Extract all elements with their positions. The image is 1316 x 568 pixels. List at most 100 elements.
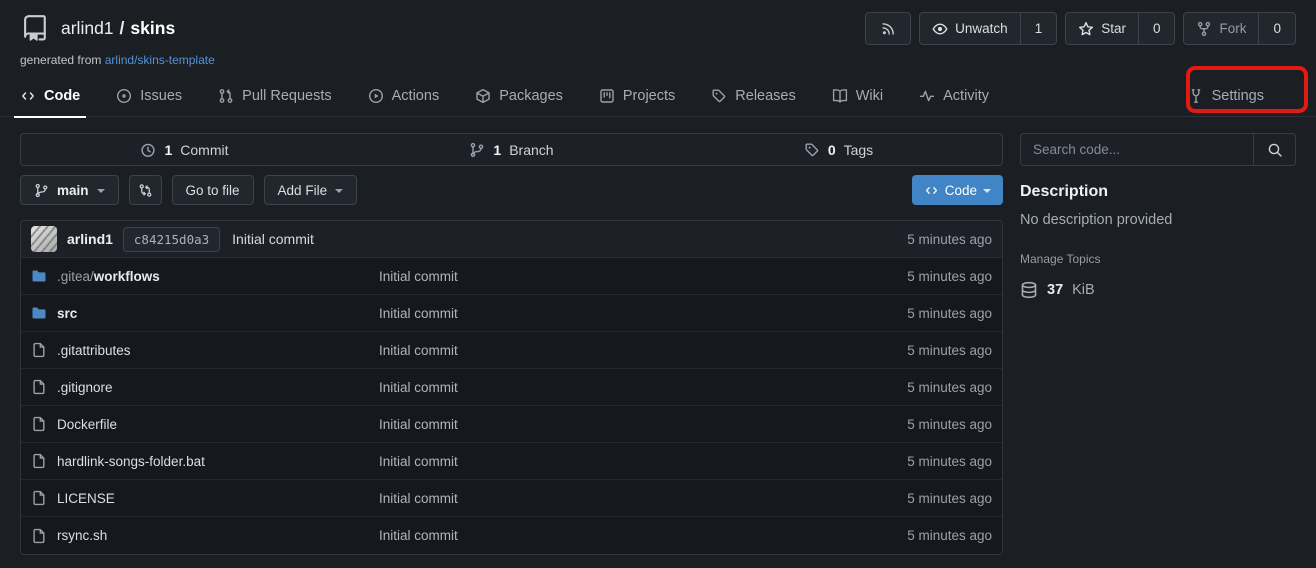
tab-releases-label: Releases [735, 88, 795, 104]
watch-button-group: Unwatch 1 [919, 12, 1057, 45]
eye-icon [932, 21, 948, 37]
table-row: src Initial commit 5 minutes ago [21, 295, 1002, 332]
tags-count: 0 [828, 142, 836, 158]
stars-count[interactable]: 0 [1138, 13, 1175, 44]
chevron-down-icon [983, 189, 991, 193]
row-commit-message[interactable]: Initial commit [379, 269, 907, 284]
table-row: rsync.sh Initial commit 5 minutes ago [21, 517, 1002, 554]
file-name-link[interactable]: rsync.sh [57, 528, 107, 543]
wrench-icon [1188, 88, 1204, 104]
file-table: arlind1 c84215d0a3 Initial commit 5 minu… [20, 220, 1003, 555]
book-icon [832, 88, 848, 104]
folder-icon [31, 305, 47, 321]
repo-header: arlind1 / skins generated from arlind/sk… [20, 13, 215, 67]
file-name-link[interactable]: .gitignore [57, 380, 113, 395]
file-icon [31, 416, 47, 432]
repo-name-link[interactable]: skins [130, 18, 175, 39]
forks-count[interactable]: 0 [1258, 13, 1295, 44]
row-commit-message[interactable]: Initial commit [379, 528, 907, 543]
actions-icon [368, 88, 384, 104]
path-leaf[interactable]: workflows [94, 269, 160, 284]
pull-request-icon [218, 88, 234, 104]
table-row: .gitattributes Initial commit 5 minutes … [21, 332, 1002, 369]
add-file-label: Add File [278, 183, 328, 198]
tab-settings-label: Settings [1212, 88, 1264, 104]
tab-pull-requests[interactable]: Pull Requests [218, 75, 331, 117]
repo-tabs: Code Issues Pull Requests Actions Packag… [0, 75, 1316, 117]
tab-code[interactable]: Code [20, 75, 80, 117]
avatar[interactable] [31, 226, 57, 252]
branches-stat[interactable]: 1 Branch [348, 134, 675, 165]
search-input[interactable] [1021, 134, 1253, 165]
tab-projects-label: Projects [623, 88, 675, 104]
tab-actions[interactable]: Actions [368, 75, 440, 117]
row-time: 5 minutes ago [907, 454, 992, 469]
manage-topics-link[interactable]: Manage Topics [1020, 252, 1296, 266]
project-board-icon [599, 88, 615, 104]
package-icon [475, 88, 491, 104]
branch-icon [469, 142, 485, 158]
template-repo-link[interactable]: arlind/skins-template [105, 53, 215, 67]
row-time: 5 minutes ago [907, 491, 992, 506]
issue-icon [116, 88, 132, 104]
row-time: 5 minutes ago [907, 306, 992, 321]
file-name-link[interactable]: LICENSE [57, 491, 115, 506]
tab-releases[interactable]: Releases [711, 75, 795, 117]
row-commit-message[interactable]: Initial commit [379, 343, 907, 358]
tag-icon [711, 88, 727, 104]
tag-icon [804, 142, 820, 158]
add-file-button[interactable]: Add File [264, 175, 358, 205]
row-time: 5 minutes ago [907, 528, 992, 543]
latest-commit-row: arlind1 c84215d0a3 Initial commit 5 minu… [21, 221, 1002, 258]
row-commit-message[interactable]: Initial commit [379, 491, 907, 506]
commit-message-link[interactable]: Initial commit [232, 231, 314, 247]
code-icon [924, 183, 939, 198]
branch-selector[interactable]: main [20, 175, 119, 205]
tab-issues[interactable]: Issues [116, 75, 182, 117]
file-name-link[interactable]: Dockerfile [57, 417, 117, 432]
repo-owner-link[interactable]: arlind1 [61, 18, 114, 39]
tab-projects[interactable]: Projects [599, 75, 675, 117]
row-commit-message[interactable]: Initial commit [379, 306, 907, 321]
tab-activity-label: Activity [943, 88, 989, 104]
rss-button[interactable] [865, 12, 911, 45]
description-title: Description [1020, 183, 1296, 201]
generated-from-text: generated from [20, 53, 101, 67]
watchers-count[interactable]: 1 [1020, 13, 1057, 44]
branches-count: 1 [493, 142, 501, 158]
commits-count: 1 [164, 142, 172, 158]
tab-activity[interactable]: Activity [919, 75, 989, 117]
star-button[interactable]: Star [1066, 13, 1138, 44]
commits-label: Commit [180, 142, 228, 158]
row-commit-message[interactable]: Initial commit [379, 454, 907, 469]
path-prefix[interactable]: .gitea/ [57, 269, 94, 284]
branch-icon [34, 183, 49, 198]
commit-author-link[interactable]: arlind1 [67, 231, 113, 247]
content: 1 Commit 1 Branch 0 Tags [20, 133, 1296, 555]
repo-icon [20, 13, 50, 43]
file-name-link[interactable]: .gitea/workflows [57, 269, 160, 284]
unwatch-button[interactable]: Unwatch [920, 13, 1020, 44]
search-button[interactable] [1253, 134, 1295, 165]
repo-title-separator: / [120, 18, 125, 39]
tab-wiki[interactable]: Wiki [832, 75, 883, 117]
file-name-link[interactable]: .gitattributes [57, 343, 131, 358]
tab-settings[interactable]: Settings [1188, 75, 1264, 117]
code-search-box [1020, 133, 1296, 166]
table-row: LICENSE Initial commit 5 minutes ago [21, 480, 1002, 517]
tab-packages[interactable]: Packages [475, 75, 563, 117]
row-commit-message[interactable]: Initial commit [379, 380, 907, 395]
row-commit-message[interactable]: Initial commit [379, 417, 907, 432]
file-name-link[interactable]: src [57, 306, 77, 321]
commit-hash-link[interactable]: c84215d0a3 [123, 227, 220, 252]
code-download-button[interactable]: Code [912, 175, 1003, 205]
tags-stat[interactable]: 0 Tags [675, 134, 1002, 165]
file-icon [31, 490, 47, 506]
commits-stat[interactable]: 1 Commit [21, 134, 348, 165]
table-row: .gitea/workflows Initial commit 5 minute… [21, 258, 1002, 295]
compare-button[interactable] [129, 175, 162, 205]
fork-button[interactable]: Fork [1184, 13, 1258, 44]
file-name-link[interactable]: hardlink-songs-folder.bat [57, 454, 205, 469]
fork-label: Fork [1219, 21, 1246, 36]
go-to-file-button[interactable]: Go to file [172, 175, 254, 205]
